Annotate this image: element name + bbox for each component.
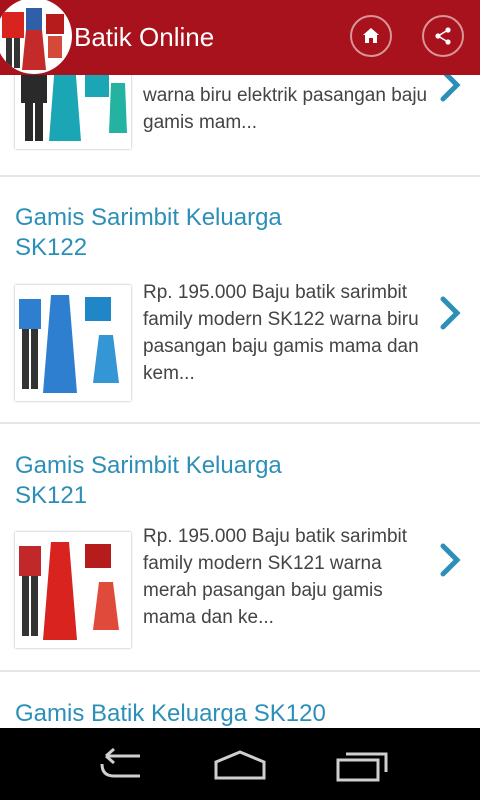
divider: [0, 422, 480, 424]
chevron-right-icon[interactable]: [437, 293, 465, 333]
app-bar: Batik Online: [0, 0, 480, 75]
chevron-right-icon[interactable]: [437, 75, 465, 105]
system-navigation-bar: [0, 728, 480, 800]
item-description: warna biru elektrik pasangan baju gamis …: [143, 85, 428, 133]
share-icon: [435, 27, 451, 45]
batik-logo[interactable]: [0, 0, 72, 74]
item-title[interactable]: Gamis Batik Keluarga SK120: [15, 699, 375, 728]
product-thumbnail: [15, 75, 131, 149]
app-title: Batik Online: [74, 22, 215, 52]
recents-icon[interactable]: [334, 746, 390, 782]
item-description: Rp. 195.000 Baju batik sarimbit family m…: [143, 526, 408, 628]
nav-home-icon[interactable]: [212, 746, 268, 782]
divider: [0, 670, 480, 672]
item-title[interactable]: Gamis Sarimbit Keluarga SK121: [15, 451, 315, 511]
product-thumbnail: [15, 285, 131, 401]
home-button[interactable]: [350, 15, 392, 57]
product-thumbnail: [15, 532, 131, 648]
home-icon: [363, 28, 379, 43]
share-button[interactable]: [422, 15, 464, 57]
divider: [0, 175, 480, 177]
chevron-right-icon[interactable]: [437, 540, 465, 580]
item-title[interactable]: Gamis Sarimbit Keluarga SK122: [15, 203, 315, 263]
back-icon[interactable]: [92, 746, 148, 782]
product-list: warna biru elektrik pasangan baju gamis …: [0, 75, 480, 728]
item-description: Rp. 195.000 Baju batik sarimbit family m…: [143, 282, 419, 384]
